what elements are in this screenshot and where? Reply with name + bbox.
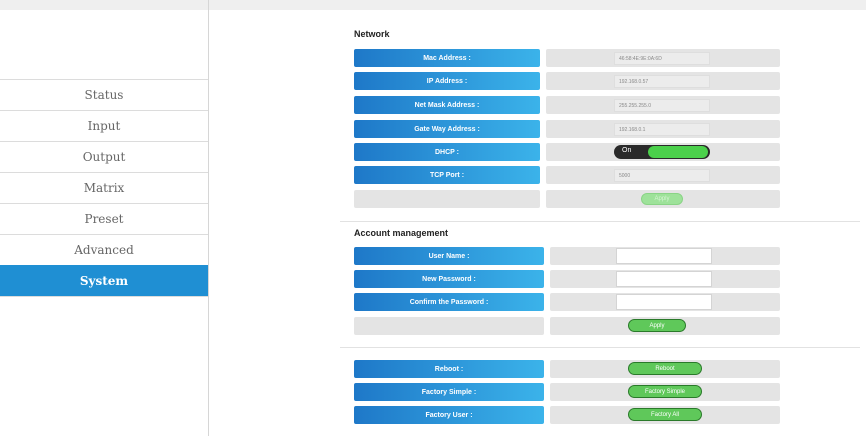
sidebar-nav: Status Input Output Matrix Preset Advanc… xyxy=(0,79,208,297)
username-label: User Name : xyxy=(354,247,544,265)
sidebar-item-status[interactable]: Status xyxy=(0,79,208,110)
network-apply-row-left xyxy=(354,190,540,208)
gateway-label: Gate Way Address : xyxy=(354,120,540,138)
gateway-input[interactable]: 192.168.0.1 xyxy=(614,123,710,136)
sidebar: Status Input Output Matrix Preset Advanc… xyxy=(0,0,209,436)
net-mask-label: Net Mask Address : xyxy=(354,96,540,114)
top-bar xyxy=(209,0,866,10)
account-apply-button[interactable]: Apply xyxy=(628,319,686,332)
account-apply-row-left xyxy=(354,317,544,335)
factory-simple-label: Factory Simple : xyxy=(354,383,544,401)
sidebar-item-output[interactable]: Output xyxy=(0,141,208,172)
network-section-title: Network xyxy=(354,29,390,39)
confirm-password-input[interactable] xyxy=(616,294,712,310)
tcp-port-input[interactable]: 5000 xyxy=(614,169,710,182)
net-mask-input[interactable]: 255.255.255.0 xyxy=(614,99,710,112)
ip-address-input[interactable]: 192.168.0.57 xyxy=(614,75,710,88)
ip-address-label: IP Address : xyxy=(354,72,540,90)
new-password-label: New Password : xyxy=(354,270,544,288)
sidebar-item-system[interactable]: System xyxy=(0,265,208,297)
username-input[interactable] xyxy=(616,248,712,264)
sidebar-item-matrix[interactable]: Matrix xyxy=(0,172,208,203)
confirm-password-label: Confirm the Password : xyxy=(354,293,544,311)
sidebar-top-band xyxy=(0,0,208,10)
dhcp-toggle[interactable]: On xyxy=(614,145,710,159)
dhcp-label: DHCP : xyxy=(354,143,540,161)
dhcp-toggle-knob xyxy=(648,146,708,158)
network-apply-button[interactable]: Apply xyxy=(641,193,683,205)
divider xyxy=(340,347,860,348)
reboot-button[interactable]: Reboot xyxy=(628,362,702,375)
factory-all-button[interactable]: Factory All xyxy=(628,408,702,421)
reboot-label: Reboot : xyxy=(354,360,544,378)
sidebar-item-advanced[interactable]: Advanced xyxy=(0,234,208,265)
mac-address-label: Mac Address : xyxy=(354,49,540,67)
mac-address-value: 46:58:4E:9E:0A:6D xyxy=(614,52,710,65)
divider xyxy=(340,221,860,222)
factory-user-label: Factory User : xyxy=(354,406,544,424)
factory-simple-button[interactable]: Factory Simple xyxy=(628,385,702,398)
tcp-port-label: TCP Port : xyxy=(354,166,540,184)
dhcp-toggle-state: On xyxy=(622,147,632,154)
sidebar-item-preset[interactable]: Preset xyxy=(0,203,208,234)
account-section-title: Account management xyxy=(354,228,449,238)
new-password-input[interactable] xyxy=(616,271,712,287)
sidebar-item-input[interactable]: Input xyxy=(0,110,208,141)
